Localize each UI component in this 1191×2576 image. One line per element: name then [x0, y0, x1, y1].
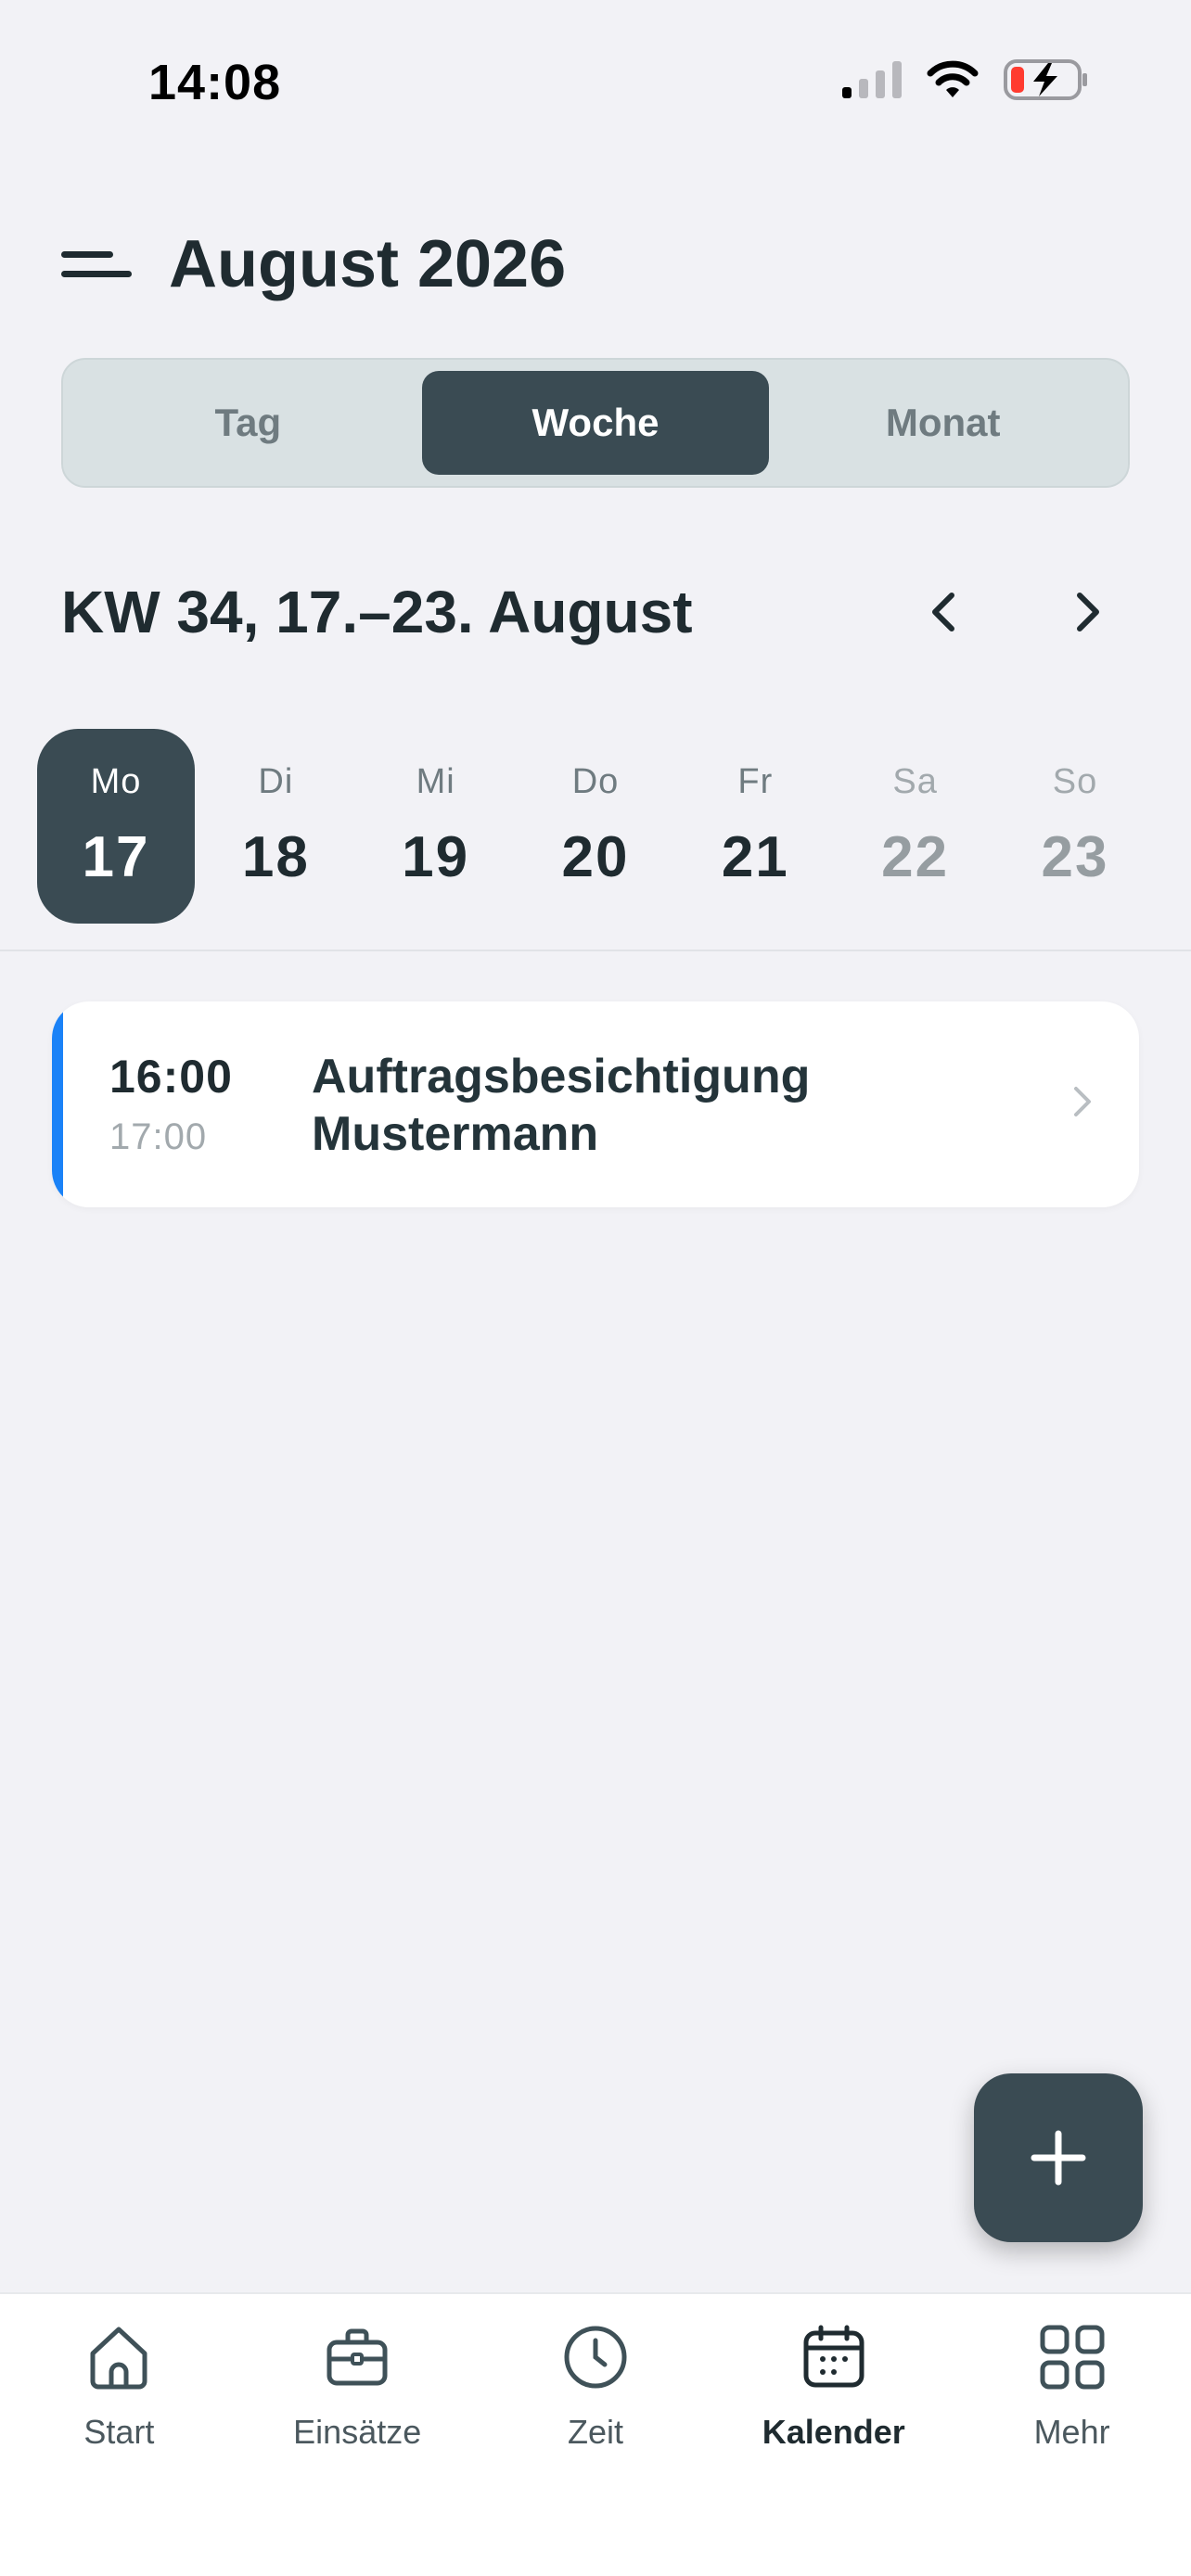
divider	[0, 950, 1191, 951]
status-time: 14:08	[148, 55, 282, 110]
grid-icon	[1035, 2320, 1109, 2394]
day-number: 22	[881, 825, 950, 889]
calendar-screen: 14:08 August 2026 Tag Woche Monat KW 34,…	[0, 0, 1191, 2576]
day-wednesday[interactable]: Mi 19	[357, 729, 515, 924]
status-bar: 14:08	[0, 0, 1191, 167]
menu-icon[interactable]	[61, 243, 132, 286]
segment-monat[interactable]: Monat	[769, 371, 1117, 475]
day-monday[interactable]: Mo 17	[37, 729, 195, 924]
tab-start[interactable]: Start	[0, 2294, 238, 2576]
tab-einsaetze[interactable]: Einsätze	[238, 2294, 477, 2576]
status-icons	[842, 59, 1089, 100]
day-name: Mi	[416, 762, 455, 801]
tab-bar: Start Einsätze Zeit Kalender Mehr	[0, 2292, 1191, 2576]
wifi-icon	[927, 60, 979, 97]
event-times: 16:00 17:00	[109, 1050, 295, 1158]
cellular-signal-icon	[842, 61, 902, 98]
day-number: 21	[721, 825, 789, 889]
week-title: KW 34, 17.–23. August	[61, 579, 693, 645]
home-icon	[82, 2320, 156, 2394]
tab-label: Einsätze	[293, 2413, 422, 2451]
day-thursday[interactable]: Do 20	[517, 729, 674, 924]
day-number: 18	[241, 825, 310, 889]
day-name: So	[1052, 762, 1098, 801]
tab-label: Mehr	[1033, 2413, 1110, 2451]
page-title: August 2026	[169, 227, 567, 301]
segment-woche[interactable]: Woche	[421, 371, 770, 475]
day-number: 20	[561, 825, 630, 889]
day-name: Di	[258, 762, 294, 801]
add-event-button[interactable]	[974, 2073, 1143, 2242]
event-accent-bar	[52, 1001, 63, 1207]
week-days-strip: Mo 17 Di 18 Mi 19 Do 20 Fr 21 Sa 22 So 2…	[37, 729, 1154, 924]
day-name: Mo	[90, 762, 142, 801]
next-week-button[interactable]	[1046, 570, 1130, 654]
plus-icon	[1031, 2130, 1086, 2186]
day-number: 23	[1041, 825, 1109, 889]
day-name: Fr	[737, 762, 774, 801]
day-number: 19	[402, 825, 470, 889]
event-start-time: 16:00	[109, 1051, 233, 1103]
clock-icon	[558, 2320, 633, 2394]
day-friday[interactable]: Fr 21	[676, 729, 834, 924]
event-title: Auftragsbesichtigung Mustermann	[312, 1050, 811, 1161]
header: August 2026	[61, 223, 1130, 306]
previous-week-button[interactable]	[902, 570, 985, 654]
day-name: Do	[571, 762, 620, 801]
week-header: KW 34, 17.–23. August	[61, 566, 1130, 658]
battery-charging-icon	[1004, 59, 1087, 100]
tab-mehr[interactable]: Mehr	[953, 2294, 1191, 2576]
tab-label: Zeit	[567, 2413, 623, 2451]
segment-tag[interactable]: Tag	[74, 371, 422, 475]
view-segmented-control: Tag Woche Monat	[61, 358, 1130, 488]
tab-kalender[interactable]: Kalender	[714, 2294, 953, 2576]
day-tuesday[interactable]: Di 18	[197, 729, 354, 924]
day-sunday[interactable]: So 23	[996, 729, 1154, 924]
calendar-icon	[797, 2320, 871, 2394]
chevron-right-icon	[1077, 593, 1099, 631]
day-number: 17	[82, 825, 150, 889]
event-card[interactable]: 16:00 17:00 Auftragsbesichtigung Musterm…	[52, 1001, 1139, 1207]
day-saturday[interactable]: Sa 22	[837, 729, 994, 924]
event-end-time: 17:00	[109, 1116, 208, 1157]
tab-label: Kalender	[762, 2413, 905, 2451]
briefcase-icon	[320, 2320, 394, 2394]
chevron-right-icon	[1074, 1087, 1091, 1116]
day-name: Sa	[892, 762, 938, 801]
chevron-left-icon	[932, 593, 954, 631]
tab-label: Start	[83, 2413, 155, 2451]
tab-zeit[interactable]: Zeit	[477, 2294, 715, 2576]
